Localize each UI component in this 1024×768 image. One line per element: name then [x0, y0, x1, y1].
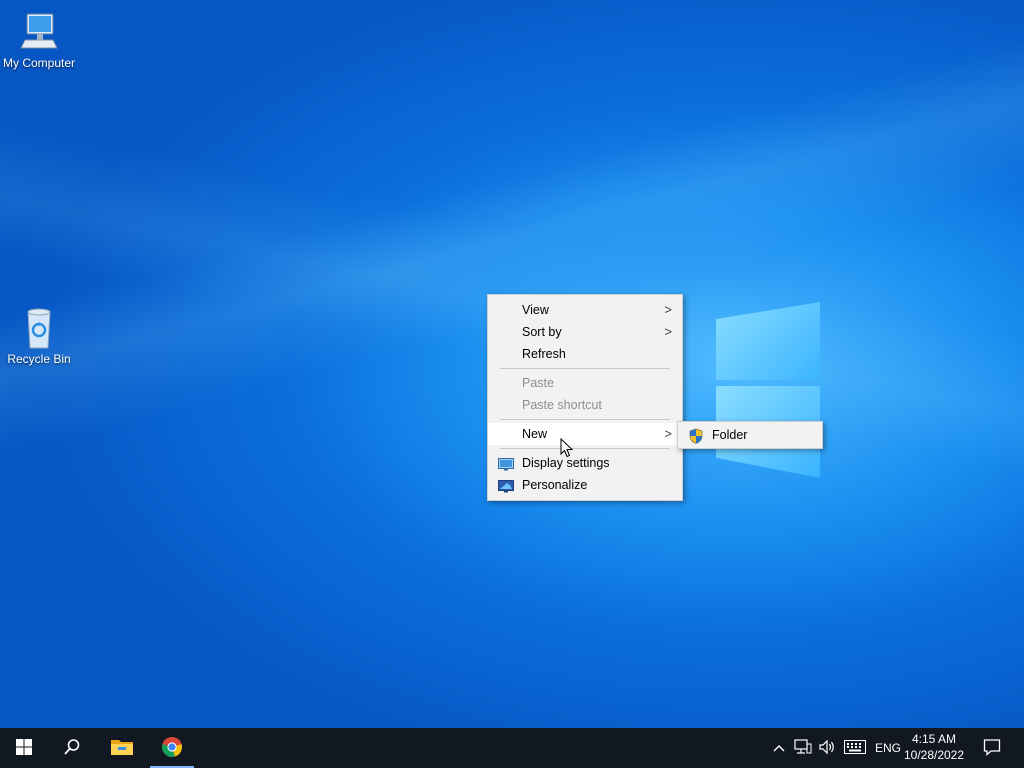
- menu-item-label: Folder: [712, 428, 748, 442]
- new-submenu: Folder: [677, 421, 823, 449]
- start-icon: [16, 738, 32, 758]
- menu-item-new[interactable]: New >: [488, 423, 682, 445]
- file-explorer-button[interactable]: [98, 728, 146, 768]
- taskbar-clock[interactable]: 4:15 AM 10/28/2022: [898, 731, 970, 763]
- menu-separator: [500, 448, 670, 449]
- search-icon: [63, 738, 81, 759]
- file-explorer-icon: [110, 737, 134, 760]
- menu-separator: [500, 368, 670, 369]
- notification-icon: [983, 738, 1001, 759]
- desktop-icon-my-computer[interactable]: My Computer: [0, 10, 78, 70]
- menu-item-label: Paste shortcut: [522, 398, 602, 412]
- menu-separator: [500, 419, 670, 420]
- volume-button[interactable]: [816, 728, 838, 768]
- menu-item-sort-by[interactable]: Sort by >: [488, 321, 682, 343]
- chrome-button[interactable]: [148, 728, 196, 768]
- menu-item-label: Sort by: [522, 325, 562, 339]
- desktop-icon-label: Recycle Bin: [7, 352, 71, 366]
- chevron-right-icon: >: [664, 426, 672, 441]
- wallpaper-windows-logo: [680, 290, 822, 480]
- menu-item-label: Refresh: [522, 347, 566, 361]
- taskbar: ENG 4:15 AM 10/28/2022: [0, 728, 1024, 768]
- touch-keyboard-button[interactable]: [842, 728, 868, 768]
- submenu-item-folder[interactable]: Folder: [678, 424, 822, 446]
- chevron-up-icon: [773, 741, 785, 755]
- desktop-context-menu: View > Sort by > Refresh Paste Paste sho…: [487, 294, 683, 501]
- clock-date: 10/28/2022: [903, 748, 965, 762]
- menu-item-label: New: [522, 427, 548, 441]
- menu-item-label: View: [522, 303, 549, 317]
- menu-item-personalize[interactable]: Personalize: [488, 474, 682, 496]
- computer-icon: [19, 10, 59, 54]
- volume-icon: [818, 739, 836, 758]
- start-button[interactable]: [0, 728, 48, 768]
- chrome-icon: [161, 736, 183, 761]
- mouse-cursor-icon: [560, 437, 574, 463]
- menu-item-display-settings[interactable]: Display settings: [488, 452, 682, 474]
- menu-item-paste[interactable]: Paste: [488, 372, 682, 394]
- shield-icon: [688, 428, 704, 444]
- action-center-button[interactable]: [976, 728, 1008, 768]
- desktop-icon-label: My Computer: [2, 56, 76, 70]
- menu-item-paste-shortcut[interactable]: Paste shortcut: [488, 394, 682, 416]
- network-button[interactable]: [792, 728, 814, 768]
- chevron-right-icon: >: [664, 302, 672, 317]
- menu-item-label: Paste: [522, 376, 554, 390]
- search-button[interactable]: [48, 728, 96, 768]
- recycle-bin-icon: [19, 306, 59, 350]
- network-icon: [794, 738, 812, 758]
- menu-item-view[interactable]: View >: [488, 299, 682, 321]
- clock-time: 4:15 AM: [911, 732, 957, 746]
- chevron-right-icon: >: [664, 324, 672, 339]
- display-settings-icon: [498, 456, 514, 471]
- desktop-icon-recycle-bin[interactable]: Recycle Bin: [0, 306, 78, 366]
- menu-item-label: Personalize: [522, 478, 588, 492]
- keyboard-icon: [844, 739, 866, 757]
- personalize-icon: [498, 478, 514, 493]
- menu-item-refresh[interactable]: Refresh: [488, 343, 682, 365]
- show-hidden-icons-button[interactable]: [768, 728, 790, 768]
